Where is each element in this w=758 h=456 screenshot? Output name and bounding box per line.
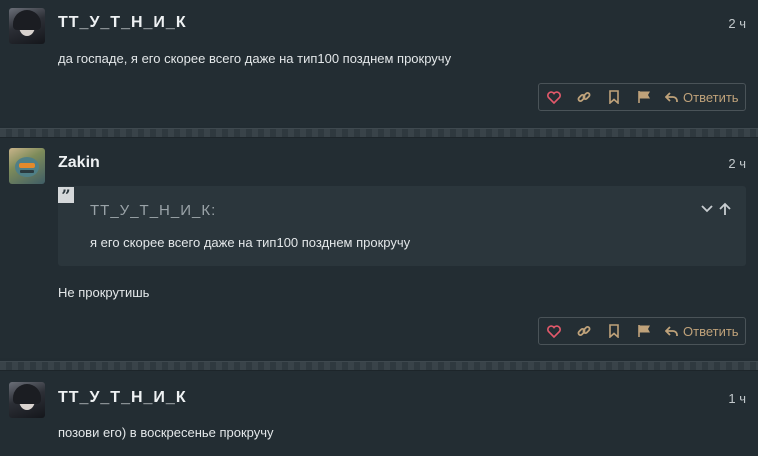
like-button[interactable]	[539, 84, 569, 110]
post-separator	[0, 128, 758, 138]
flag-icon	[637, 325, 650, 337]
post-actions: Ответить	[538, 83, 746, 111]
chevron-down-icon[interactable]	[700, 202, 714, 216]
reply-label: Ответить	[683, 89, 739, 105]
post-separator	[0, 361, 758, 371]
quote-author[interactable]: ТТ_У_Т_Н_И_К:	[90, 202, 216, 219]
post-author[interactable]: Zakin	[58, 154, 100, 172]
post-text: позови его) в воскресенье прокручу	[58, 425, 274, 440]
post-author[interactable]: ТТ_У_Т_Н_И_К	[58, 389, 187, 407]
bookmark-button[interactable]	[599, 318, 629, 344]
bookmark-icon	[609, 90, 619, 104]
post: Zakin 2 ч ТТ_У_Т_Н_И_К: я его скорее все…	[0, 138, 758, 358]
reply-button[interactable]: Ответить	[659, 90, 739, 105]
post-time[interactable]: 2 ч	[728, 16, 746, 31]
post-actions: Ответить	[538, 317, 746, 345]
bookmark-button[interactable]	[599, 84, 629, 110]
quote-block: ТТ_У_Т_Н_И_К: я его скорее всего даже на…	[58, 186, 746, 266]
quote-controls	[700, 202, 732, 216]
reply-label: Ответить	[683, 323, 739, 339]
arrow-up-icon[interactable]	[718, 202, 732, 216]
post-time[interactable]: 1 ч	[728, 391, 746, 406]
heart-icon	[547, 324, 561, 338]
like-button[interactable]	[539, 318, 569, 344]
avatar[interactable]	[9, 382, 45, 418]
avatar[interactable]	[9, 8, 45, 44]
post-time[interactable]: 2 ч	[728, 156, 746, 171]
permalink-button[interactable]	[569, 318, 599, 344]
post: ТТ_У_Т_Н_И_К 1 ч позови его) в воскресен…	[0, 371, 758, 456]
link-icon	[577, 326, 591, 336]
post-text: да госпаде, я его скорее всего даже на т…	[58, 51, 452, 66]
post-author[interactable]: ТТ_У_Т_Н_И_К	[58, 14, 187, 32]
post-text: Не прокрутишь	[58, 285, 150, 300]
link-icon	[577, 92, 591, 102]
post: ТТ_У_Т_Н_И_К 2 ч да госпаде, я его скоре…	[0, 0, 758, 126]
reply-arrow-icon	[665, 91, 678, 102]
reply-arrow-icon	[665, 325, 678, 336]
reply-button[interactable]: Ответить	[659, 324, 739, 339]
report-button[interactable]	[629, 318, 659, 344]
permalink-button[interactable]	[569, 84, 599, 110]
quote-icon: ”	[58, 187, 74, 205]
quote-text: я его скорее всего даже на тип100 поздне…	[90, 235, 411, 250]
flag-icon	[637, 91, 650, 103]
heart-icon	[547, 90, 561, 104]
bookmark-icon	[609, 324, 619, 338]
report-button[interactable]	[629, 84, 659, 110]
avatar[interactable]	[9, 148, 45, 184]
